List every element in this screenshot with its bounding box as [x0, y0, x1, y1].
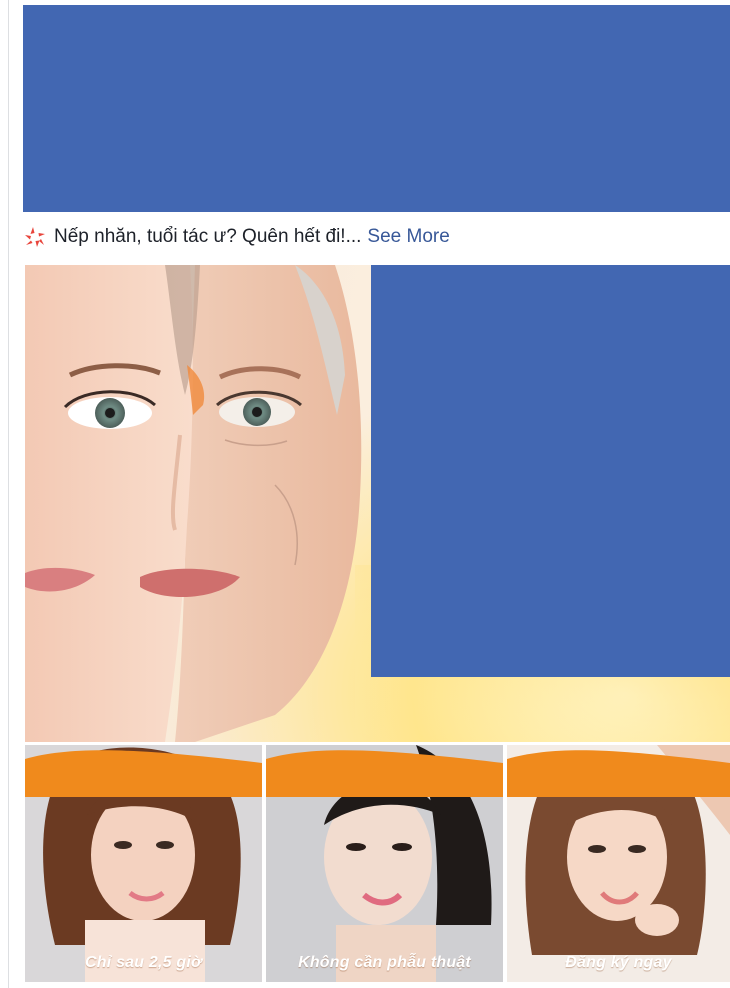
feed-left-border — [8, 0, 9, 988]
post-message: Nếp nhăn, tuổi tác ư? Quên hết đi!... Se… — [23, 224, 450, 250]
tile-caption-3: Đăng ký ngay — [565, 954, 672, 971]
see-more-link[interactable]: See More — [367, 226, 449, 248]
ad-tile-1[interactable]: Chỉ sau 2,5 giờ — [25, 745, 262, 982]
post-message-text: Nếp nhăn, tuổi tác ư? Quên hết đi!... — [54, 226, 362, 247]
anger-burst-icon — [23, 225, 47, 249]
tile-caption-1: Chỉ sau 2,5 giờ — [85, 954, 202, 971]
ad-tile-2[interactable]: Không cần phẫu thuật — [266, 745, 503, 982]
tile-caption-2: Không cần phẫu thuật — [298, 954, 471, 971]
ad-tile-3[interactable]: Đăng ký ngay — [507, 745, 730, 982]
redacted-overlay-block — [371, 265, 730, 677]
redacted-header-block — [23, 5, 730, 212]
